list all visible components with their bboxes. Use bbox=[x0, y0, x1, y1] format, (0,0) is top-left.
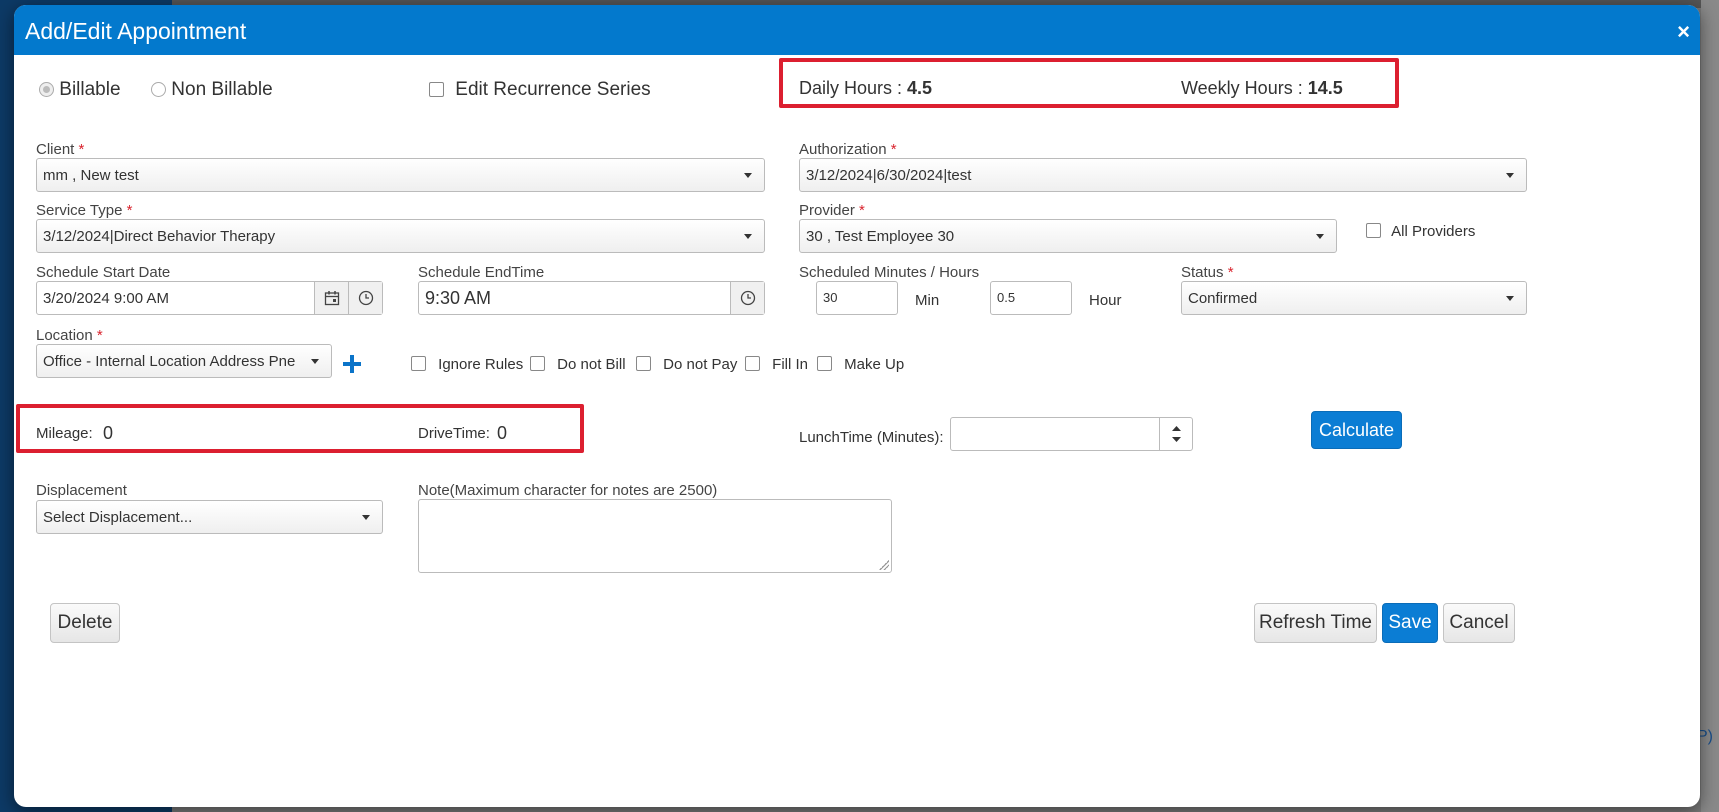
lunch-time-label: LunchTime (Minutes): bbox=[799, 429, 944, 446]
do-not-bill-checkbox[interactable] bbox=[530, 356, 545, 371]
authorization-select[interactable]: 3/12/2024|6/30/2024|test bbox=[799, 158, 1527, 192]
min-unit-label: Min bbox=[915, 292, 940, 309]
edit-recurrence-checkbox[interactable] bbox=[429, 82, 444, 97]
service-type-select[interactable]: 3/12/2024|Direct Behavior Therapy bbox=[36, 219, 765, 253]
client-label: Client * bbox=[36, 141, 85, 158]
mileage-label: Mileage: bbox=[36, 425, 93, 442]
do-not-bill-option[interactable]: Do not Bill bbox=[530, 356, 626, 373]
provider-label: Provider * bbox=[799, 202, 865, 219]
scheduled-minutes-hours-label: Scheduled Minutes / Hours bbox=[799, 264, 980, 281]
drive-time-label: DriveTime: bbox=[418, 425, 490, 442]
schedule-end-label: Schedule EndTime bbox=[418, 264, 545, 281]
lunch-time-stepper[interactable] bbox=[1159, 418, 1192, 450]
all-providers-option[interactable]: All Providers bbox=[1366, 223, 1475, 240]
clock-icon[interactable] bbox=[348, 282, 382, 314]
scheduled-hours-input[interactable]: 0.5 bbox=[990, 281, 1072, 315]
weekly-hours-label: Weekly Hours : bbox=[1181, 78, 1303, 98]
stepper-up-icon bbox=[1172, 426, 1181, 431]
stepper-down-icon bbox=[1172, 437, 1181, 442]
billable-option[interactable]: Billable bbox=[39, 79, 121, 101]
fill-in-label: Fill In bbox=[772, 356, 809, 373]
all-providers-label: All Providers bbox=[1391, 223, 1476, 240]
chevron-down-icon bbox=[1316, 234, 1324, 239]
edit-recurrence-label: Edit Recurrence Series bbox=[455, 79, 651, 100]
weekly-hours-value: 14.5 bbox=[1307, 78, 1343, 98]
delete-button[interactable]: Delete bbox=[50, 603, 120, 643]
daily-hours-label: Daily Hours : bbox=[799, 78, 903, 98]
ignore-rules-label: Ignore Rules bbox=[438, 356, 524, 373]
schedule-end-input[interactable]: 9:30 AM bbox=[418, 281, 765, 315]
non-billable-radio[interactable] bbox=[151, 82, 166, 97]
fill-in-checkbox[interactable] bbox=[745, 356, 760, 371]
calendar-icon[interactable] bbox=[314, 282, 348, 314]
chevron-down-icon bbox=[362, 515, 370, 520]
backdrop-right-strip bbox=[1701, 0, 1719, 812]
do-not-bill-label: Do not Bill bbox=[557, 356, 626, 373]
make-up-label: Make Up bbox=[844, 356, 905, 373]
status-select[interactable]: Confirmed bbox=[1181, 281, 1527, 315]
chevron-down-icon bbox=[744, 234, 752, 239]
scheduled-minutes-input[interactable]: 30 bbox=[816, 281, 898, 315]
drive-time-value[interactable]: 0 bbox=[497, 423, 507, 444]
do-not-pay-checkbox[interactable] bbox=[636, 356, 651, 371]
modal-title: Add/Edit Appointment bbox=[25, 18, 247, 44]
hour-unit-label: Hour bbox=[1089, 292, 1122, 309]
note-textarea[interactable] bbox=[418, 499, 892, 573]
cancel-button[interactable]: Cancel bbox=[1443, 603, 1515, 643]
do-not-pay-option[interactable]: Do not Pay bbox=[636, 356, 737, 373]
make-up-option[interactable]: Make Up bbox=[817, 356, 904, 373]
note-label: Note(Maximum character for notes are 250… bbox=[418, 482, 718, 499]
billable-radio[interactable] bbox=[39, 82, 54, 97]
non-billable-label: Non Billable bbox=[171, 79, 273, 100]
billable-label: Billable bbox=[59, 79, 121, 100]
add-location-plus-icon[interactable] bbox=[342, 354, 362, 379]
close-button[interactable]: × bbox=[1677, 19, 1690, 45]
authorization-label: Authorization * bbox=[799, 141, 897, 158]
provider-select[interactable]: 30 , Test Employee 30 bbox=[799, 219, 1337, 253]
do-not-pay-label: Do not Pay bbox=[663, 356, 738, 373]
displacement-label: Displacement bbox=[36, 482, 127, 499]
ignore-rules-checkbox[interactable] bbox=[411, 356, 426, 371]
edit-recurrence-option[interactable]: Edit Recurrence Series bbox=[429, 79, 651, 101]
schedule-start-label: Schedule Start Date bbox=[36, 264, 171, 281]
clock-icon[interactable] bbox=[730, 282, 764, 314]
location-label: Location * bbox=[36, 327, 103, 344]
fill-in-option[interactable]: Fill In bbox=[745, 356, 808, 373]
displacement-select[interactable]: Select Displacement... bbox=[36, 500, 383, 534]
daily-hours-value: 4.5 bbox=[907, 78, 933, 98]
calculate-button[interactable]: Calculate bbox=[1311, 411, 1402, 449]
chevron-down-icon bbox=[1506, 296, 1514, 301]
add-edit-appointment-modal: Add/Edit Appointment × Billable Non Bill… bbox=[14, 5, 1700, 807]
daily-hours: Daily Hours : 4.5 bbox=[799, 78, 932, 99]
refresh-time-button[interactable]: Refresh Time bbox=[1254, 603, 1377, 643]
chevron-down-icon bbox=[1506, 173, 1514, 178]
resize-handle-icon[interactable] bbox=[879, 560, 889, 570]
status-label: Status * bbox=[1181, 264, 1234, 281]
chevron-down-icon bbox=[744, 173, 752, 178]
weekly-hours: Weekly Hours : 14.5 bbox=[1181, 78, 1343, 99]
mileage-value[interactable]: 0 bbox=[103, 423, 113, 444]
non-billable-option[interactable]: Non Billable bbox=[151, 79, 273, 101]
client-select[interactable]: mm , New test bbox=[36, 158, 765, 192]
all-providers-checkbox[interactable] bbox=[1366, 223, 1381, 238]
modal-header: Add/Edit Appointment × bbox=[14, 5, 1700, 55]
chevron-down-icon bbox=[311, 359, 319, 364]
lunch-time-input[interactable] bbox=[950, 417, 1193, 451]
ignore-rules-option[interactable]: Ignore Rules bbox=[411, 356, 523, 373]
schedule-start-input[interactable]: 3/20/2024 9:00 AM bbox=[36, 281, 383, 315]
location-select[interactable]: Office - Internal Location Address Pne bbox=[36, 344, 332, 378]
make-up-checkbox[interactable] bbox=[817, 356, 832, 371]
service-type-label: Service Type * bbox=[36, 202, 133, 219]
save-button[interactable]: Save bbox=[1382, 603, 1438, 643]
